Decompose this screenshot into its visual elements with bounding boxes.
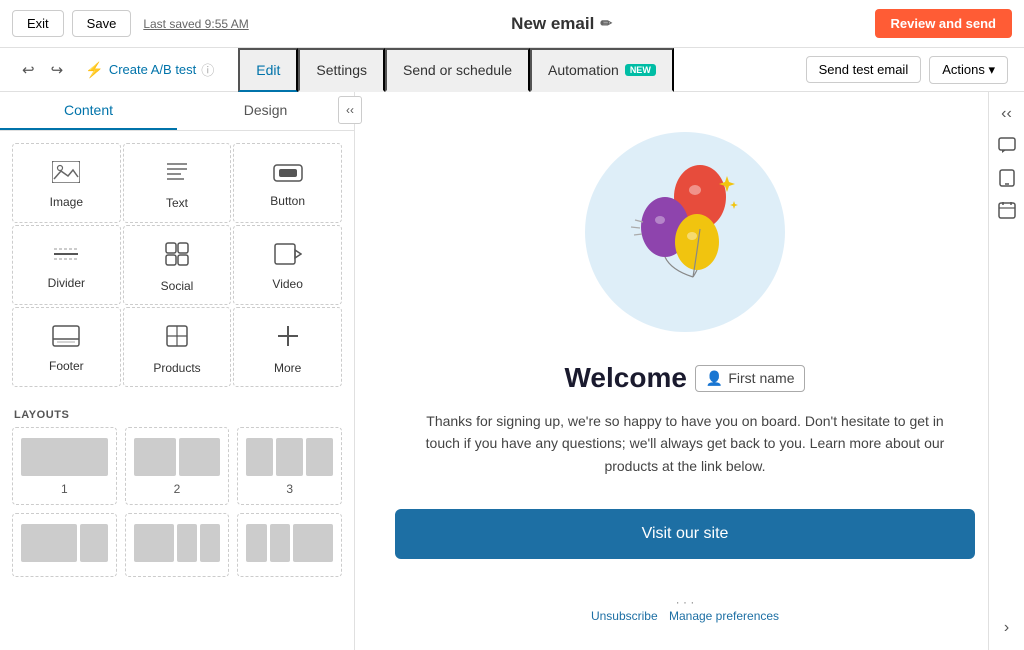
welcome-heading: Welcome (565, 362, 687, 394)
more-label: More (274, 361, 301, 375)
layout-1-preview (21, 438, 108, 476)
tab-settings[interactable]: Settings (298, 48, 385, 92)
unsubscribe-link[interactable]: Unsubscribe (591, 609, 658, 623)
last-saved-timestamp: Last saved 9:55 AM (143, 17, 248, 31)
email-preview-panel: Welcome 👤 First name Thanks for signing … (355, 92, 988, 650)
collapse-panel-button[interactable]: ‹‹ (338, 96, 362, 124)
button-label: Button (270, 194, 305, 208)
exit-button[interactable]: Exit (12, 10, 64, 37)
more-icon (275, 323, 301, 355)
layouts-section-title: LAYOUTS (0, 399, 354, 427)
element-divider[interactable]: Divider (12, 225, 121, 305)
layout-3-col[interactable]: 3 (237, 427, 342, 505)
tab-automation[interactable]: Automation NEW (530, 48, 674, 92)
products-icon (164, 323, 190, 355)
video-icon (274, 243, 302, 271)
footer-icon (52, 325, 80, 353)
layout-narrow-wide-preview (246, 524, 333, 562)
automation-new-badge: NEW (625, 64, 656, 76)
image-icon (52, 161, 80, 189)
layout-wide-2narrow-preview (134, 524, 221, 562)
footer-dots: · · · (676, 595, 695, 609)
video-label: Video (272, 277, 302, 291)
email-title: New email ✏ (257, 14, 867, 34)
social-label: Social (161, 279, 194, 293)
email-footer: · · · Unsubscribe Manage preferences (355, 583, 988, 635)
panel-tabs: Content Design (0, 92, 354, 131)
layout-1-col[interactable]: 1 (12, 427, 117, 505)
divider-label: Divider (48, 276, 85, 290)
element-video[interactable]: Video (233, 225, 342, 305)
main-layout: Content Design Image Text But (0, 92, 1024, 650)
ab-test-icon: ⚡ (85, 61, 104, 79)
ab-test-link[interactable]: ⚡ Create A/B test ⓘ (85, 60, 214, 79)
element-text[interactable]: Text (123, 143, 232, 223)
element-products[interactable]: Products (123, 307, 232, 387)
element-button[interactable]: Button (233, 143, 342, 223)
email-hero (355, 92, 988, 352)
top-bar: Exit Save Last saved 9:55 AM New email ✏… (0, 0, 1024, 48)
balloon-circle (585, 132, 785, 332)
products-label: Products (153, 361, 200, 375)
visit-site-button[interactable]: Visit our site (395, 509, 975, 559)
redo-button[interactable]: ↪ (45, 57, 70, 83)
element-footer[interactable]: Footer (12, 307, 121, 387)
panel-tab-design[interactable]: Design (177, 92, 354, 130)
nav-bar: ↩ ↪ ⚡ Create A/B test ⓘ Edit Settings Se… (0, 48, 1024, 92)
save-button[interactable]: Save (72, 10, 132, 37)
divider-icon (52, 244, 80, 270)
right-toolbar-collapse-button[interactable]: ‹‹ (993, 100, 1021, 128)
manage-preferences-link[interactable]: Manage preferences (669, 609, 779, 623)
undo-button[interactable]: ↩ (16, 57, 41, 83)
ab-test-label: Create A/B test (109, 62, 196, 77)
right-toolbar-device-icon[interactable] (993, 164, 1021, 192)
nav-tabs: Edit Settings Send or schedule Automatio… (238, 48, 805, 92)
text-label: Text (166, 196, 188, 210)
footer-label: Footer (49, 359, 84, 373)
email-preview-content: Welcome 👤 First name Thanks for signing … (355, 92, 988, 650)
email-body-text: Thanks for signing up, we're so happy to… (355, 394, 988, 493)
right-toolbar-chat-icon[interactable] (993, 132, 1021, 160)
layout-wide-narrow[interactable] (12, 513, 117, 577)
actions-button[interactable]: Actions ▾ (929, 56, 1008, 84)
text-icon (164, 160, 190, 190)
panel-tab-content[interactable]: Content (0, 92, 177, 130)
ab-test-info-icon: ⓘ (201, 60, 214, 79)
right-toolbar-expand-button[interactable]: › (993, 614, 1021, 642)
element-image[interactable]: Image (12, 143, 121, 223)
layout-3-label: 3 (286, 482, 293, 496)
tab-send-or-schedule[interactable]: Send or schedule (385, 48, 530, 92)
layout-3-preview (246, 438, 333, 476)
layout-2-col[interactable]: 2 (125, 427, 230, 505)
layout-wide-narrow-preview (21, 524, 108, 562)
send-test-email-button[interactable]: Send test email (806, 56, 922, 83)
edit-title-icon[interactable]: ✏ (600, 15, 612, 32)
layout-2-preview (134, 438, 221, 476)
button-icon (273, 162, 303, 188)
layout-wide-2narrow[interactable] (125, 513, 230, 577)
balloon-illustration (615, 152, 755, 312)
image-label: Image (50, 195, 83, 209)
layouts-grid: 1 2 3 (0, 427, 354, 589)
layout-2-label: 2 (174, 482, 181, 496)
element-more[interactable]: More (233, 307, 342, 387)
email-cta-section: Visit our site (395, 509, 975, 559)
email-welcome-section: Welcome 👤 First name (355, 352, 988, 394)
layout-1-label: 1 (61, 482, 68, 496)
right-toolbar-calendar-icon[interactable] (993, 196, 1021, 224)
undo-redo-group: ↩ ↪ (16, 57, 69, 83)
firstname-personalization-badge[interactable]: 👤 First name (695, 365, 806, 392)
element-social[interactable]: Social (123, 225, 232, 305)
right-toolbar: ‹‹ › (988, 92, 1024, 650)
elements-grid: Image Text Button Divider (0, 131, 354, 399)
firstname-label: First name (728, 370, 794, 386)
layout-narrow-wide[interactable] (237, 513, 342, 577)
review-and-send-button[interactable]: Review and send (875, 9, 1012, 38)
social-icon (164, 241, 190, 273)
tab-edit[interactable]: Edit (238, 48, 298, 92)
nav-right-actions: Send test email Actions ▾ (806, 56, 1008, 84)
left-panel: Content Design Image Text But (0, 92, 355, 650)
person-icon: 👤 (706, 370, 723, 387)
